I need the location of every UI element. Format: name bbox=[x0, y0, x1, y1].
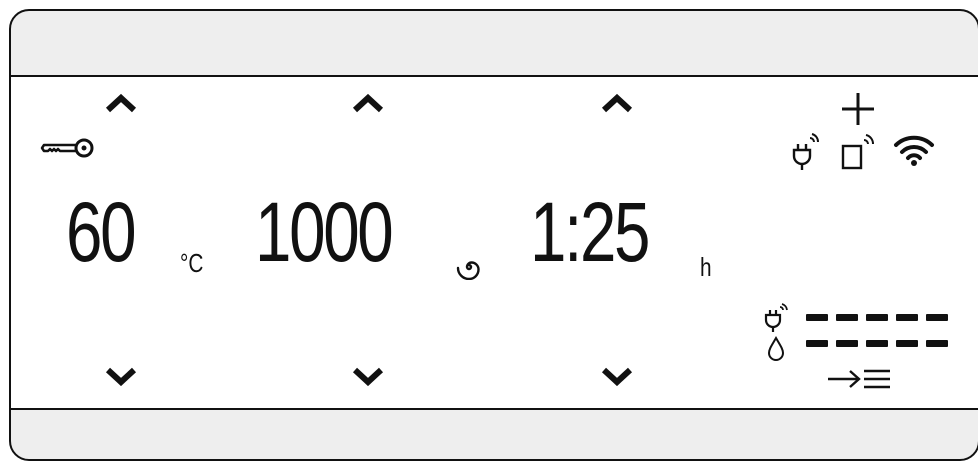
chevron-down-icon bbox=[601, 367, 633, 387]
energy-level-segment bbox=[836, 314, 858, 321]
energy-level-segment bbox=[926, 314, 948, 321]
plus-icon bbox=[842, 93, 874, 125]
water-level-segment bbox=[806, 340, 828, 347]
spin-up-button[interactable] bbox=[351, 93, 385, 113]
temperature-value: 60 bbox=[66, 185, 137, 279]
water-level-segment bbox=[926, 340, 948, 347]
drop-icon bbox=[767, 335, 785, 361]
plug-icon bbox=[764, 303, 788, 332]
time-down-button[interactable] bbox=[600, 367, 634, 387]
water-level-segment bbox=[866, 340, 888, 347]
spin-value: 1000 bbox=[255, 185, 394, 279]
water-level-bar bbox=[806, 340, 948, 347]
phone-remote-icon bbox=[841, 134, 875, 170]
key-icon bbox=[40, 138, 94, 158]
chevron-up-icon bbox=[105, 93, 137, 113]
spin-down-button[interactable] bbox=[351, 367, 385, 387]
time-unit: h bbox=[700, 252, 712, 282]
chevron-up-icon bbox=[601, 93, 633, 113]
arrow-list-icon bbox=[828, 369, 890, 389]
chevron-down-icon bbox=[105, 367, 137, 387]
time-value: 1:25 bbox=[530, 185, 651, 279]
lcd-display bbox=[11, 75, 978, 410]
time-up-button[interactable] bbox=[600, 93, 634, 113]
energy-level-segment bbox=[896, 314, 918, 321]
chevron-up-icon bbox=[352, 93, 384, 113]
control-panel bbox=[9, 9, 978, 461]
temperature-up-button[interactable] bbox=[104, 93, 138, 113]
temperature-unit: °C bbox=[180, 248, 204, 278]
energy-level-bar bbox=[806, 314, 948, 321]
chevron-down-icon bbox=[352, 367, 384, 387]
plug-icon bbox=[792, 133, 819, 170]
water-level-segment bbox=[836, 340, 858, 347]
energy-level-segment bbox=[866, 314, 888, 321]
temperature-down-button[interactable] bbox=[104, 367, 138, 387]
spiral-icon bbox=[456, 261, 480, 280]
water-level-segment bbox=[896, 340, 918, 347]
energy-level-segment bbox=[806, 314, 828, 321]
wifi-icon bbox=[894, 135, 934, 166]
